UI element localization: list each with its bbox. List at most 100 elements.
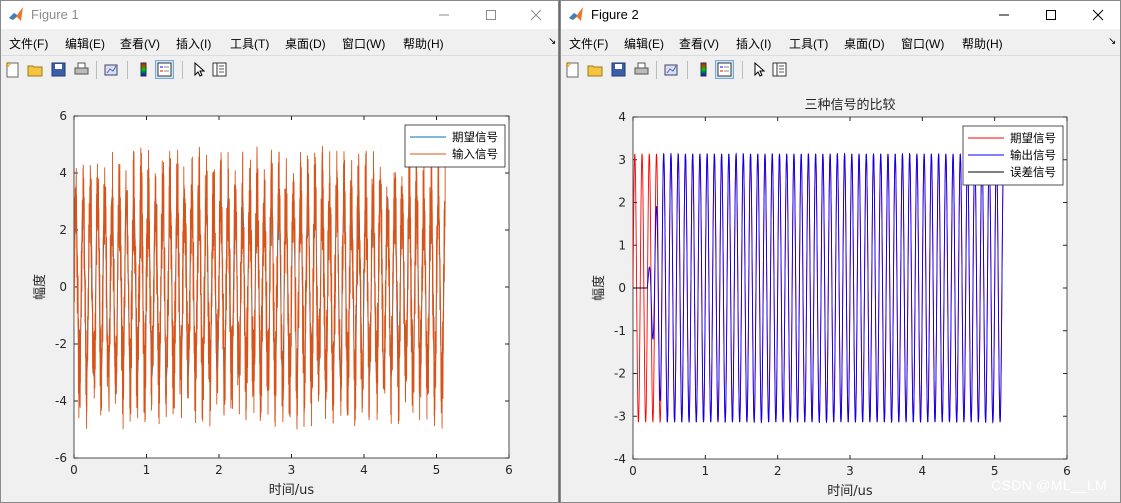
maximize-button[interactable] [1028, 1, 1074, 29]
matlab-icon [9, 7, 23, 21]
toolbar-separator [127, 61, 128, 79]
open-button[interactable] [27, 61, 44, 78]
menu-edit[interactable]: 编辑(E) [65, 35, 105, 52]
toolbar-separator [687, 61, 688, 79]
menu-tools[interactable]: 工具(T) [789, 35, 828, 52]
legend-button[interactable] [155, 60, 174, 79]
legend-icon [717, 62, 732, 77]
y-tick-label: -6 [55, 451, 67, 465]
menu-insert[interactable]: 插入(I) [176, 35, 211, 52]
y-axis-label: 幅度 [591, 275, 607, 301]
menu-bar: 文件(F) 编辑(E) 查看(V) 插入(I) 工具(T) 桌面(D) 窗口(W… [1, 29, 558, 54]
x-tick-label: 1 [702, 464, 710, 478]
menu-desktop[interactable]: 桌面(D) [285, 35, 326, 52]
menu-tools[interactable]: 工具(T) [230, 35, 269, 52]
new-figure-icon [565, 61, 579, 78]
y-tick-label: -4 [55, 394, 67, 408]
y-tick-label: 3 [618, 153, 626, 167]
close-button[interactable] [513, 1, 558, 29]
menu-file[interactable]: 文件(F) [9, 35, 48, 52]
menu-view[interactable]: 查看(V) [679, 35, 719, 52]
window-title: Figure 2 [591, 7, 639, 22]
maximize-icon [486, 10, 496, 20]
x-tick-label: 6 [1063, 464, 1071, 478]
new-figure-icon [5, 61, 19, 78]
save-button[interactable] [610, 61, 627, 78]
toolbar-separator [656, 61, 657, 79]
legend-entry: 期望信号 [452, 130, 498, 144]
minimize-button[interactable] [421, 1, 467, 29]
minimize-icon [439, 14, 449, 16]
print-button[interactable] [633, 61, 650, 78]
property-inspector-icon [772, 62, 787, 77]
new-figure-button[interactable] [4, 61, 21, 78]
x-axis-label: 时间/us [269, 483, 315, 498]
menu-edit[interactable]: 编辑(E) [624, 35, 664, 52]
maximize-button[interactable] [468, 1, 514, 29]
close-icon [530, 9, 542, 21]
open-icon [27, 65, 43, 77]
chart-title: 三种信号的比较 [804, 97, 895, 113]
x-tick-label: 5 [991, 464, 999, 478]
toolbar-dock-arrow-icon[interactable]: ↘ [548, 36, 556, 47]
edit-plot-arrow-button[interactable] [190, 61, 207, 78]
toolbar-dock-arrow-icon[interactable]: ↘ [1108, 36, 1116, 47]
plot-area: 0 1 2 3 4 5 6 -4 -3 -2 -1 0 1 2 3 4 时间/us 幅度 三种信号的比较 期望信号 输出… [561, 84, 1120, 502]
x-tick-label: 4 [360, 463, 368, 477]
property-inspector-button[interactable] [211, 61, 228, 78]
x-tick-label: 4 [919, 464, 927, 478]
edit-plot-arrow-icon [194, 61, 206, 77]
legend-button[interactable] [715, 60, 734, 79]
y-tick-label: 1 [618, 238, 626, 252]
colorbar-button[interactable] [695, 61, 712, 78]
y-tick-label: 0 [59, 280, 67, 294]
y-axis-label: 幅度 [32, 274, 48, 300]
x-tick-label: 5 [433, 463, 441, 477]
y-tick-label: 6 [59, 109, 67, 123]
legend-entry: 期望信号 [1010, 131, 1056, 145]
menu-window[interactable]: 窗口(W) [901, 35, 944, 52]
menu-view[interactable]: 查看(V) [120, 35, 160, 52]
open-icon [587, 65, 603, 77]
open-button[interactable] [587, 61, 604, 78]
menu-help[interactable]: 帮助(H) [962, 35, 1003, 52]
print-icon [74, 62, 89, 75]
menu-insert[interactable]: 插入(I) [736, 35, 771, 52]
link-plot-button[interactable] [103, 61, 120, 78]
toolbar-separator [182, 61, 183, 79]
menu-help[interactable]: 帮助(H) [403, 35, 444, 52]
menu-window[interactable]: 窗口(W) [342, 35, 385, 52]
close-button[interactable] [1075, 1, 1120, 29]
chart-figure-1: 0 1 2 3 4 5 6 -6 -4 -2 0 2 4 6 时间/us 幅度 期望信号输入信号 [32, 109, 513, 498]
print-icon [634, 62, 649, 75]
new-figure-button[interactable] [564, 61, 581, 78]
menu-desktop[interactable]: 桌面(D) [844, 35, 885, 52]
save-button[interactable] [50, 61, 67, 78]
legend-icon [157, 62, 172, 77]
menu-bar: 文件(F) 编辑(E) 查看(V) 插入(I) 工具(T) 桌面(D) 窗口(W… [561, 29, 1120, 54]
matlab-icon [569, 7, 583, 21]
colorbar-button[interactable] [135, 61, 152, 78]
y-tick-label: 2 [618, 196, 626, 210]
minimize-icon [999, 14, 1009, 16]
legend-entry: 输入信号 [452, 147, 498, 161]
title-bar[interactable]: Figure 2 [561, 1, 1120, 29]
print-button[interactable] [73, 61, 90, 78]
legend-entry: 误差信号 [1010, 165, 1056, 179]
menu-file[interactable]: 文件(F) [569, 35, 608, 52]
link-plot-button[interactable] [663, 61, 680, 78]
minimize-button[interactable] [981, 1, 1027, 29]
property-inspector-button[interactable] [771, 61, 788, 78]
y-tick-label: 4 [59, 166, 67, 180]
edit-plot-arrow-button[interactable] [750, 61, 767, 78]
y-tick-label: -2 [55, 337, 67, 351]
save-icon [611, 62, 626, 77]
figure-toolbar [1, 55, 558, 85]
toolbar-separator [742, 61, 743, 79]
figure-1-window: Figure 1 文件(F) 编辑(E) 查看(V) 插入(I) 工具(T) 桌… [0, 0, 559, 503]
x-tick-label: 0 [70, 463, 78, 477]
title-bar[interactable]: Figure 1 [1, 1, 558, 29]
x-tick-label: 6 [505, 463, 513, 477]
y-tick-label: -1 [614, 324, 626, 338]
y-tick-label: -3 [614, 409, 626, 423]
